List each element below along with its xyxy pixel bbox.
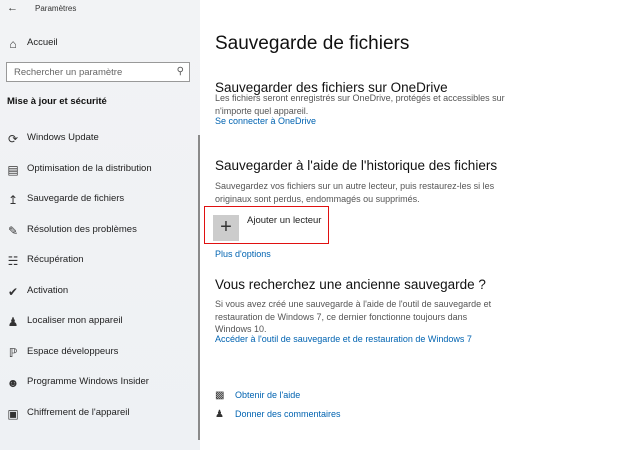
add-drive-button[interactable]: + Ajouter un lecteur <box>204 206 329 244</box>
recovery-icon: ☵ <box>7 254 19 268</box>
back-arrow-icon[interactable]: ← <box>7 2 18 14</box>
history-text: Sauvegardez vos fichiers sur un autre le… <box>215 181 495 204</box>
sidebar-item-6[interactable]: ♟ Localiser mon appareil <box>0 308 196 336</box>
search-icon: ⚲ <box>176 66 184 77</box>
delivery-icon: ▤ <box>7 162 19 177</box>
page-title: Sauvegarde de fichiers <box>215 33 410 54</box>
sidebar-item-7[interactable]: ℙ Espace développeurs <box>0 339 196 367</box>
history-heading: Sauvegarder à l'aide de l'historique des… <box>215 158 498 173</box>
help-chat-icon: ▩ <box>215 390 225 401</box>
locate-person-icon: ♟ <box>7 315 19 329</box>
sidebar-item-3[interactable]: ✎ Résolution des problèmes <box>0 217 196 245</box>
insider-cat-icon: ☻ <box>6 376 20 390</box>
home-icon: ⌂ <box>9 37 17 51</box>
backup-arrow-icon: ↥ <box>7 193 19 207</box>
section-heading: Mise à jour et sécurité <box>7 96 107 107</box>
sidebar-item-home[interactable]: ⌂ Accueil <box>0 30 196 58</box>
sidebar-item-1[interactable]: ▤ Optimisation de la distribution <box>0 156 196 184</box>
sidebar-item-8[interactable]: ☻ Programme Windows Insider <box>0 369 196 397</box>
onedrive-text: Les fichiers seront enregistrés sur OneD… <box>215 93 505 116</box>
sidebar-item-2[interactable]: ↥ Sauvegarde de fichiers <box>0 186 196 214</box>
sidebar-item-0[interactable]: ⟳ Windows Update <box>0 125 196 153</box>
sync-icon: ⟳ <box>7 132 19 146</box>
plus-icon: + <box>213 215 239 241</box>
sidebar: ← Paramètres ⌂ Accueil Rechercher un par… <box>0 0 200 450</box>
old-backup-heading: Vous recherchez une ancienne sauvegarde … <box>215 277 486 292</box>
scrollbar[interactable] <box>198 135 200 440</box>
sidebar-item-9[interactable]: ▣ Chiffrement de l'appareil <box>0 400 196 428</box>
windows7-backup-link[interactable]: Accéder à l'outil de sauvegarde et de re… <box>215 334 472 344</box>
sidebar-item-4[interactable]: ☵ Récupération <box>0 247 196 275</box>
sidebar-item-5[interactable]: ✔ Activation <box>0 278 196 306</box>
wrench-icon: ✎ <box>7 223 19 238</box>
developer-icon: ℙ <box>8 345 18 360</box>
more-options-link[interactable]: Plus d'options <box>215 249 271 259</box>
old-backup-text: Si vous avez créé une sauvegarde à l'aid… <box>215 299 492 334</box>
lock-drive-icon: ▣ <box>7 406 19 421</box>
search-input[interactable]: Rechercher un paramètre ⚲ <box>6 62 190 82</box>
onedrive-link[interactable]: Se connecter à OneDrive <box>215 116 316 126</box>
check-circle-icon: ✔ <box>7 284 19 299</box>
feedback-person-icon: ♟ <box>215 409 224 420</box>
window-title: Paramètres <box>35 4 77 13</box>
